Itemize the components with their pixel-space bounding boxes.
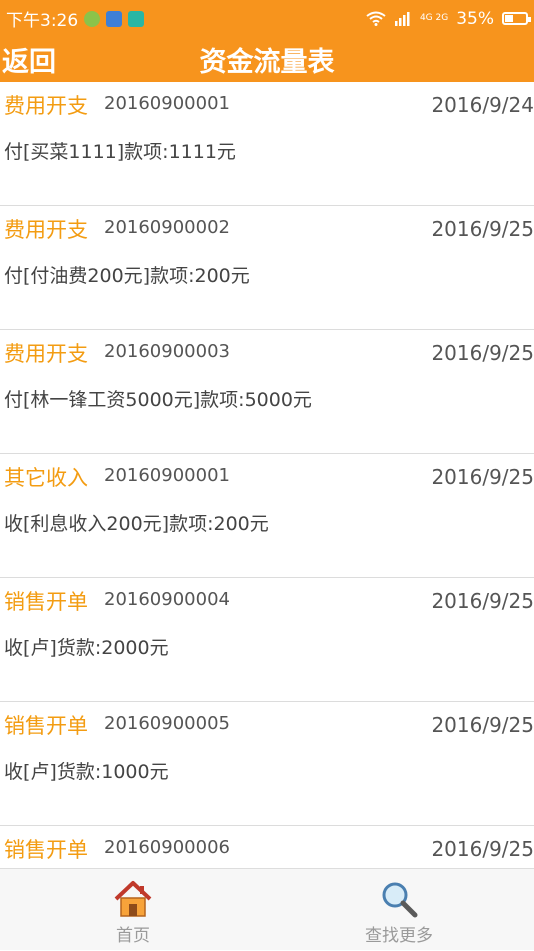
record-category: 费用开支 [4, 342, 88, 366]
list-item[interactable]: 销售开单 20160900006 2016/9/25 [0, 826, 534, 868]
record-category: 费用开支 [4, 94, 88, 118]
record-category: 费用开支 [4, 218, 88, 242]
record-description: 收[卢]货款:1000元 [4, 761, 169, 783]
list-item[interactable]: 其它收入 20160900001 2016/9/25 收[利息收入200元]款项… [0, 454, 534, 578]
magnifier-icon [382, 882, 418, 918]
cash-flow-list[interactable]: 费用开支 20160900001 2016/9/24 付[买菜1111]款项:1… [0, 82, 534, 868]
record-code: 20160900002 [104, 217, 230, 238]
record-code: 20160900003 [104, 341, 230, 362]
bottom-tab-bar: 首页 查找更多 [0, 868, 534, 950]
page-title: 资金流量表 [199, 47, 335, 78]
record-description: 付[林一锋工资5000元]款项:5000元 [4, 389, 312, 411]
status-bar-left: 下午3:26 [6, 6, 145, 31]
status-bar-right: 4G 2G 35% [366, 8, 531, 29]
record-date: 2016/9/24 [431, 93, 534, 117]
record-category: 销售开单 [4, 590, 88, 614]
record-date: 2016/9/25 [431, 465, 534, 489]
status-bar: 下午3:26 4G 2G 35% [0, 0, 534, 37]
status-time: 下午3:26 [6, 11, 79, 31]
record-date: 2016/9/25 [431, 341, 534, 365]
record-date: 2016/9/25 [431, 589, 534, 613]
record-category: 销售开单 [4, 838, 88, 862]
record-code: 20160900001 [104, 93, 230, 114]
tab-search-more[interactable]: 查找更多 [339, 869, 459, 951]
record-description: 收[利息收入200元]款项:200元 [4, 513, 269, 535]
tab-search-label: 查找更多 [365, 926, 433, 946]
list-item[interactable]: 费用开支 20160900003 2016/9/25 付[林一锋工资5000元]… [0, 330, 534, 454]
title-bar: 返回 资金流量表 [0, 37, 534, 82]
app-notification-icon [84, 10, 101, 27]
list-item[interactable]: 费用开支 20160900002 2016/9/25 付[付油费200元]款项:… [0, 206, 534, 330]
record-description: 收[卢]货款:2000元 [4, 637, 169, 659]
record-date: 2016/9/25 [431, 217, 534, 241]
list-item[interactable]: 费用开支 20160900001 2016/9/24 付[买菜1111]款项:1… [0, 82, 534, 206]
list-item[interactable]: 销售开单 20160900004 2016/9/25 收[卢]货款:2000元 [0, 578, 534, 702]
message-notification-icon [106, 10, 123, 27]
tab-home-label: 首页 [116, 926, 150, 946]
record-description: 付[买菜1111]款项:1111元 [4, 141, 236, 163]
signal-icon [394, 12, 410, 26]
tab-home[interactable]: 首页 [73, 869, 193, 951]
list-item[interactable]: 销售开单 20160900005 2016/9/25 收[卢]货款:1000元 [0, 702, 534, 826]
battery-icon [502, 12, 531, 25]
record-category: 销售开单 [4, 714, 88, 738]
record-code: 20160900006 [104, 837, 230, 858]
wifi-icon [366, 11, 386, 26]
record-code: 20160900005 [104, 713, 230, 734]
battery-percent: 35% [456, 8, 494, 29]
house-icon [114, 881, 152, 917]
record-category: 其它收入 [4, 466, 88, 490]
record-date: 2016/9/25 [431, 837, 534, 861]
record-code: 20160900004 [104, 589, 230, 610]
battery-level-fill [505, 15, 513, 22]
record-code: 20160900001 [104, 465, 230, 486]
record-date: 2016/9/25 [431, 713, 534, 737]
record-description: 付[付油费200元]款项:200元 [4, 265, 250, 287]
network-type-label: 4G 2G [419, 13, 449, 23]
scan-notification-icon [128, 10, 145, 27]
